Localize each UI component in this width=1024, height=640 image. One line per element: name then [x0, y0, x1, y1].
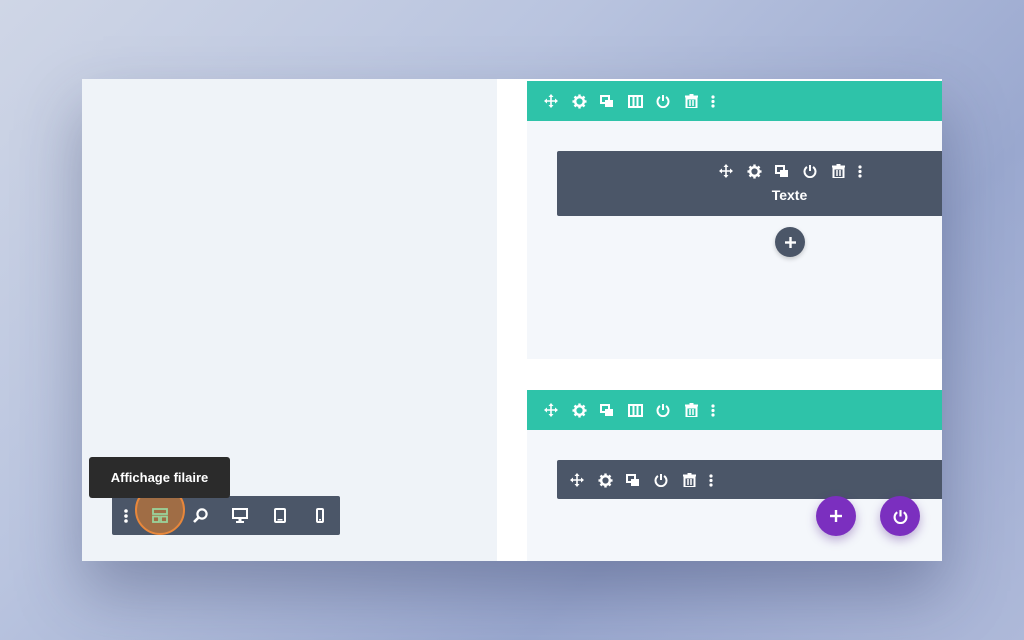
power-fab-button[interactable] — [880, 496, 920, 536]
trash-icon[interactable] — [677, 390, 705, 430]
builder-canvas: Texte Affichage filaire — [82, 79, 942, 561]
module-label: Texte — [771, 187, 808, 203]
move-icon[interactable] — [712, 159, 740, 183]
gear-icon[interactable] — [591, 468, 619, 492]
power-icon[interactable] — [647, 468, 675, 492]
module-toolbar[interactable] — [557, 460, 942, 499]
columns-icon[interactable] — [621, 390, 649, 430]
more-icon[interactable] — [852, 159, 868, 183]
move-icon[interactable] — [537, 390, 565, 430]
tablet-icon[interactable] — [260, 496, 300, 535]
duplicate-icon[interactable] — [768, 159, 796, 183]
move-icon[interactable] — [563, 468, 591, 492]
duplicate-icon[interactable] — [619, 468, 647, 492]
add-fab-button[interactable] — [816, 496, 856, 536]
section-2[interactable] — [527, 390, 942, 561]
right-column: Texte — [527, 79, 942, 561]
section-toolbar — [527, 390, 942, 430]
section-1[interactable]: Texte — [527, 81, 942, 359]
columns-icon[interactable] — [621, 81, 649, 121]
duplicate-icon[interactable] — [593, 390, 621, 430]
add-icon — [830, 510, 842, 522]
wireframe-icon[interactable] — [140, 496, 180, 535]
page-settings-bar — [112, 496, 340, 535]
section-toolbar — [527, 81, 942, 121]
gear-icon[interactable] — [565, 390, 593, 430]
phone-icon[interactable] — [300, 496, 340, 535]
more-icon[interactable] — [703, 468, 719, 492]
power-icon[interactable] — [796, 159, 824, 183]
gear-icon[interactable] — [565, 81, 593, 121]
power-icon — [893, 509, 907, 524]
trash-icon[interactable] — [675, 468, 703, 492]
column-divider — [497, 79, 527, 561]
power-icon[interactable] — [649, 390, 677, 430]
plus-icon — [784, 236, 796, 248]
duplicate-icon[interactable] — [593, 81, 621, 121]
more-icon[interactable] — [705, 81, 721, 121]
zoom-icon[interactable] — [180, 496, 220, 535]
power-icon[interactable] — [649, 81, 677, 121]
tooltip: Affichage filaire — [89, 457, 230, 498]
desktop-icon[interactable] — [220, 496, 260, 535]
move-icon[interactable] — [537, 81, 565, 121]
trash-icon[interactable] — [677, 81, 705, 121]
text-module[interactable]: Texte — [557, 151, 942, 216]
more-icon[interactable] — [705, 390, 721, 430]
add-module-button[interactable] — [775, 227, 805, 257]
trash-icon[interactable] — [824, 159, 852, 183]
gear-icon[interactable] — [740, 159, 768, 183]
